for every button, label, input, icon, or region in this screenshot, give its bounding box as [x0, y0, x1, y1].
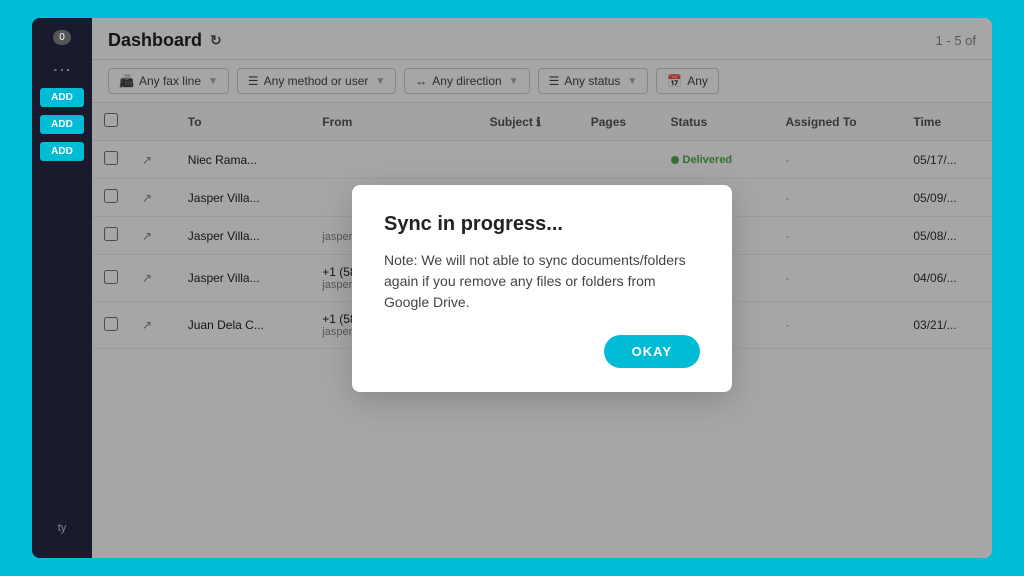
main-content: Dashboard ↻ 1 - 5 of 📠 Any fax line ▼ ☰ … [92, 18, 992, 558]
sidebar-add-btn-2[interactable]: ADD [40, 115, 84, 134]
sidebar-add-btn-1[interactable]: ADD [40, 88, 84, 107]
sidebar: 0 ⋮ ADD ADD ADD ty [32, 18, 92, 558]
modal-title: Sync in progress... [384, 213, 700, 236]
modal-body: Note: We will not able to sync documents… [384, 250, 700, 313]
sidebar-bottom-label: ty [58, 522, 67, 534]
sidebar-badge: 0 [53, 30, 71, 45]
modal-footer: OKAY [384, 335, 700, 368]
sidebar-dots: ⋮ [51, 61, 73, 80]
sync-modal: Sync in progress... Note: We will not ab… [352, 185, 732, 392]
sidebar-add-btn-3[interactable]: ADD [40, 142, 84, 161]
okay-button[interactable]: OKAY [604, 335, 700, 368]
modal-overlay: Sync in progress... Note: We will not ab… [92, 18, 992, 558]
